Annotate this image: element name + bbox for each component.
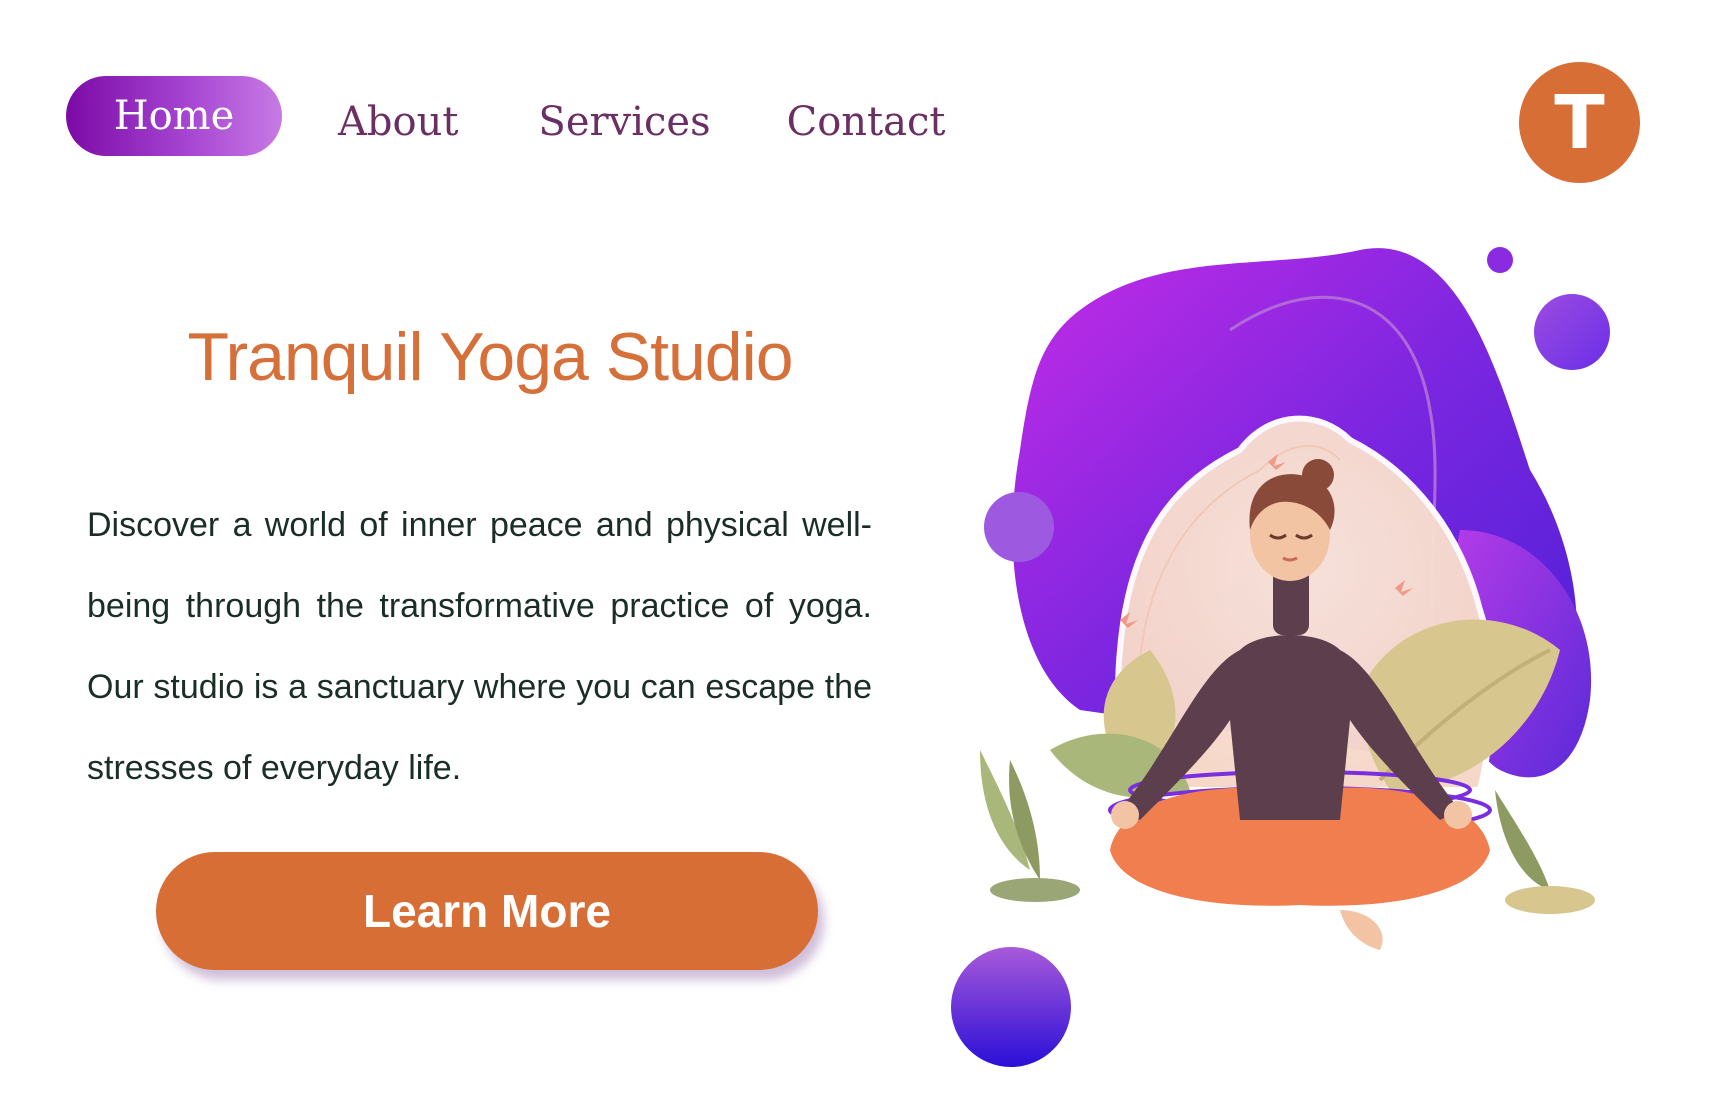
ground-right — [1505, 886, 1595, 914]
leaf-right-small — [1495, 790, 1550, 890]
nav-home-link[interactable]: Home — [66, 76, 282, 156]
nav-services-link[interactable]: Services — [538, 99, 710, 145]
meditation-illustration — [940, 230, 1700, 1070]
ground-left — [990, 878, 1080, 902]
nav-about-link[interactable]: About — [338, 99, 458, 145]
meditation-illustration-svg — [951, 247, 1610, 1067]
left-orb — [984, 492, 1054, 562]
main-nav: Home About Services Contact — [66, 76, 946, 162]
tiny-orb — [1487, 247, 1513, 273]
woman-hair-bun — [1302, 459, 1334, 491]
nav-contact-link[interactable]: Contact — [787, 99, 946, 145]
top-right-orb — [1534, 294, 1610, 370]
hero-title: Tranquil Yoga Studio — [187, 319, 793, 395]
woman-right-hand — [1444, 801, 1472, 829]
hero-description: Discover a world of inner peace and phys… — [87, 506, 872, 787]
user-avatar[interactable]: T — [1519, 62, 1640, 183]
woman-left-hand — [1111, 801, 1139, 829]
woman-foot — [1340, 910, 1383, 950]
learn-more-button[interactable]: Learn More — [156, 852, 818, 970]
bottom-orb — [951, 947, 1071, 1067]
